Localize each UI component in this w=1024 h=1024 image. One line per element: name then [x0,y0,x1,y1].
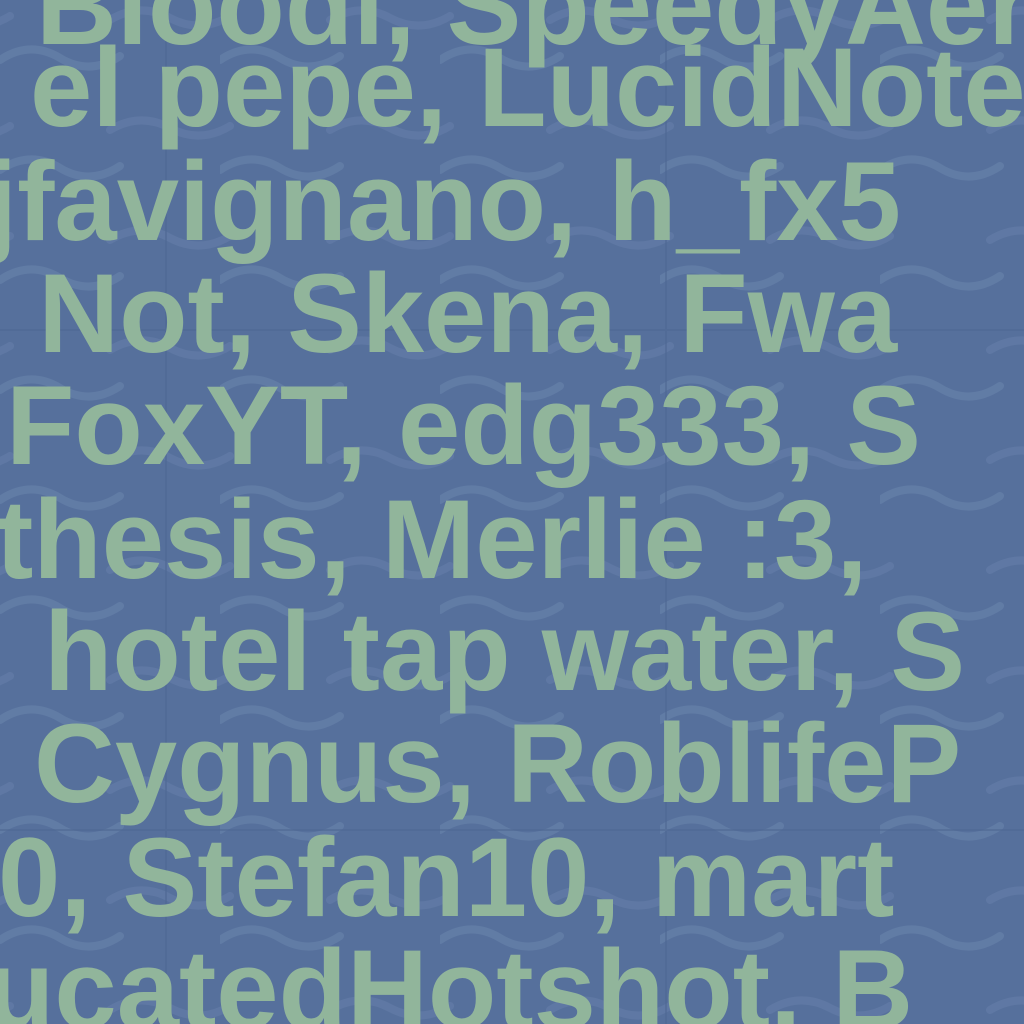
credit-line: l Not, Skena, Fwa [0,251,898,376]
credit-line: thesis, Merlie :3, [0,477,868,602]
credits-list: Bloodl, SpeedyAero el pepe, LucidNote jf… [0,0,1024,1024]
credits-screen: Bloodl, SpeedyAero el pepe, LucidNote jf… [0,0,1024,1024]
credit-line: ucatedHotshot, B [0,927,914,1024]
credit-line: FoxYT, edg333, S [6,363,921,488]
credit-line: Cygnus, RoblifeP [34,701,962,826]
credit-line: 0, Stefan10, mart [0,815,895,940]
credit-line: hotel tap water, S [44,589,966,714]
credit-line: jfavignano, h_fx5 [0,139,901,264]
credit-line: el pepe, LucidNote [30,25,1024,150]
